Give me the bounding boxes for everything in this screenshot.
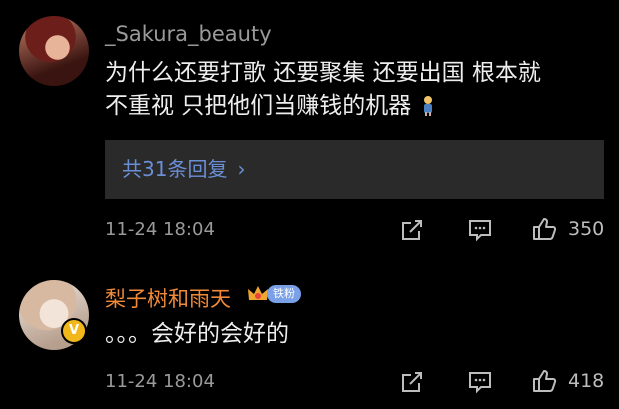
- like-icon[interactable]: [531, 216, 557, 242]
- like-icon[interactable]: [531, 368, 557, 394]
- share-icon[interactable]: [399, 369, 425, 395]
- like-count: 350: [568, 218, 605, 240]
- share-icon[interactable]: [399, 217, 425, 243]
- replies-label: 共31条回复: [122, 157, 228, 181]
- verified-icon: V: [61, 318, 87, 344]
- timestamp: 11-24 18:04: [105, 219, 215, 240]
- view-replies-button[interactable]: 共31条回复 ›: [105, 140, 604, 199]
- chevron-right-icon: ›: [237, 157, 246, 181]
- comment-text: 。。。会好的会好的: [105, 321, 289, 347]
- comment-icon[interactable]: [467, 369, 493, 395]
- comment-text-line-2: 不重视 只把他们当赚钱的机器: [105, 90, 600, 123]
- avatar[interactable]: [19, 16, 89, 86]
- username[interactable]: _Sakura_beauty: [105, 22, 272, 46]
- timestamp: 11-24 18:04: [105, 371, 215, 392]
- crown-icon: [248, 286, 268, 300]
- fan-badge-label: 铁粉: [267, 285, 301, 303]
- fan-badge[interactable]: 铁粉: [247, 283, 301, 305]
- comment-icon[interactable]: [467, 217, 493, 243]
- comment-text-line-2-content: 不重视 只把他们当赚钱的机器: [105, 93, 412, 119]
- comment-text-line: 为什么还要打歌 还要聚集 还要出国 根本就: [105, 60, 541, 86]
- comment-text: 为什么还要打歌 还要聚集 还要出国 根本就 不重视 只把他们当赚钱的机器: [105, 57, 600, 123]
- like-count: 418: [568, 370, 605, 392]
- username[interactable]: 梨子树和雨天: [105, 283, 231, 313]
- disappointed-emoji-icon: [421, 93, 435, 116]
